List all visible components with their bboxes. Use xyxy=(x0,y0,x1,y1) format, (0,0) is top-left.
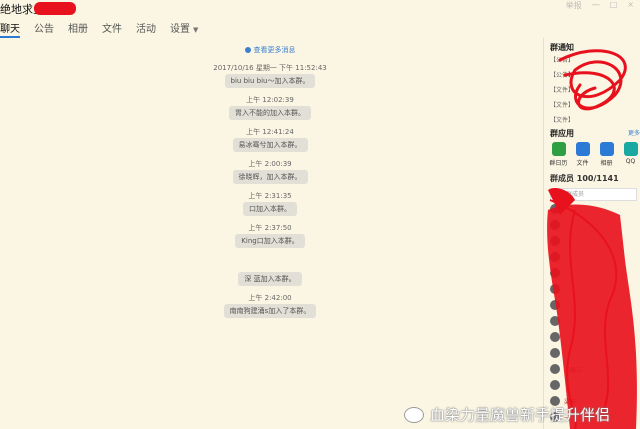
notice-item[interactable]: 【文件】 xyxy=(544,113,640,128)
member-item[interactable] xyxy=(544,233,640,249)
avatar xyxy=(550,204,560,214)
message-time: 上午 2:42:00 xyxy=(248,294,292,302)
member-item[interactable] xyxy=(544,201,640,217)
avatar xyxy=(550,332,560,342)
member-item[interactable] xyxy=(544,345,640,361)
app-label: 相册 xyxy=(600,160,613,167)
group-apps: 群日历 文件 相册 QQ xyxy=(544,142,640,167)
member-item[interactable]: 入局三 xyxy=(544,361,640,377)
apps-more-link[interactable]: 更多 xyxy=(628,128,640,137)
message-time: 上午 2:31:35 xyxy=(248,192,292,200)
wechat-icon xyxy=(404,406,424,423)
watermark: 血染力量魔兽新手提升伴侣 xyxy=(404,404,610,425)
member-list: 入局三 梁天一 xyxy=(544,201,640,425)
app-files[interactable]: 文件 xyxy=(572,142,593,167)
clock-icon xyxy=(244,47,251,53)
tab-chat[interactable]: 聊天 xyxy=(0,20,20,38)
calendar-icon xyxy=(551,142,566,156)
app-album[interactable]: 相册 xyxy=(596,142,617,167)
right-panel: 群通知 【公告】 【公告】 【文件】 【文件】 【文件】 群应用 更多 群日历 … xyxy=(543,38,640,429)
member-item[interactable] xyxy=(544,249,640,265)
group-apps-title: 群应用 xyxy=(550,129,574,138)
system-notice: 徐晓辉，加入本群。 xyxy=(232,170,308,184)
avatar xyxy=(550,316,560,326)
avatar xyxy=(550,252,560,262)
system-notice: 口加入本群。 xyxy=(243,202,297,216)
report-button[interactable]: 举报 xyxy=(566,0,582,11)
view-more-label: 查看更多消息 xyxy=(253,46,296,54)
chevron-down-icon: ▼ xyxy=(193,26,199,34)
avatar xyxy=(550,220,560,230)
system-notice: 易冰骞兮加入本群。 xyxy=(232,138,308,152)
system-notice: 胃入不能的加入本群。 xyxy=(229,106,311,120)
app-calendar[interactable]: 群日历 xyxy=(548,142,569,167)
member-item[interactable] xyxy=(544,281,640,297)
redaction-scribble xyxy=(34,2,76,15)
member-item[interactable] xyxy=(544,297,640,313)
avatar xyxy=(550,364,560,374)
app-qq-phone[interactable]: QQ xyxy=(620,142,640,167)
tab-activity[interactable]: 活动 xyxy=(136,20,156,38)
album-icon xyxy=(599,142,614,156)
avatar xyxy=(550,380,560,390)
avatar xyxy=(550,300,560,310)
message-time: 上午 12:41:24 xyxy=(246,128,294,136)
chat-area[interactable]: 查看更多消息 2017/10/16 星期一 下午 11:52:43 biu bi… xyxy=(0,40,540,429)
title-bar: 绝地求生 举报 一 □ × xyxy=(0,0,640,18)
window-controls: 举报 一 □ × xyxy=(566,0,634,11)
notice-item[interactable]: 【公告】 xyxy=(544,68,640,83)
message-time: 上午 2:00:39 xyxy=(248,160,292,168)
notice-item[interactable]: 【公告】 xyxy=(544,53,640,68)
minimize-button[interactable]: 一 xyxy=(592,0,600,11)
view-more-link[interactable]: 查看更多消息 xyxy=(0,45,540,55)
member-item[interactable] xyxy=(544,217,640,233)
avatar xyxy=(550,284,560,294)
members-title: 群成员 100/1141 xyxy=(550,174,619,183)
tab-settings-label: 设置 xyxy=(170,24,190,35)
app-label: 群日历 xyxy=(549,160,568,167)
system-notice: 南南狗建涌s加入了本群。 xyxy=(223,304,317,318)
tab-announcement[interactable]: 公告 xyxy=(34,20,54,38)
member-item[interactable] xyxy=(544,377,640,393)
message-time: 2017/10/16 星期一 下午 11:52:43 xyxy=(213,64,327,72)
message-time: 上午 2:37:50 xyxy=(248,224,292,232)
app-label: 文件 xyxy=(576,160,589,167)
member-item[interactable] xyxy=(544,329,640,345)
notice-item[interactable]: 【文件】 xyxy=(544,98,640,113)
avatar xyxy=(550,348,560,358)
notice-item[interactable]: 【文件】 xyxy=(544,83,640,98)
tab-bar: 聊天 公告 相册 文件 活动 设置 ▼ xyxy=(0,20,212,38)
avatar xyxy=(550,268,560,278)
tab-album[interactable]: 相册 xyxy=(68,20,88,38)
watermark-text: 血染力量魔兽新手提升伴侣 xyxy=(430,406,611,424)
group-notice-title: 群通知 xyxy=(550,43,574,52)
member-name: 入局三 xyxy=(564,366,583,374)
message-list: 2017/10/16 星期一 下午 11:52:43 biu biu biu～加… xyxy=(0,62,540,318)
member-item[interactable] xyxy=(544,313,640,329)
file-icon xyxy=(575,142,590,156)
phone-icon xyxy=(623,142,638,156)
system-notice: King口加入本群。 xyxy=(235,234,305,248)
system-notice: 深 蓝加入本群。 xyxy=(238,272,302,286)
close-button[interactable]: × xyxy=(627,0,634,11)
maximize-button[interactable]: □ xyxy=(610,0,618,11)
message-time: 上午 12:02:39 xyxy=(246,96,294,104)
tab-files[interactable]: 文件 xyxy=(102,20,122,38)
avatar xyxy=(550,236,560,246)
member-search-input[interactable]: 搜索群成员 xyxy=(550,188,637,201)
tab-settings[interactable]: 设置 ▼ xyxy=(170,20,198,38)
app-label: QQ xyxy=(625,158,636,165)
system-notice: biu biu biu～加入本群。 xyxy=(224,74,316,88)
member-item[interactable] xyxy=(544,265,640,281)
